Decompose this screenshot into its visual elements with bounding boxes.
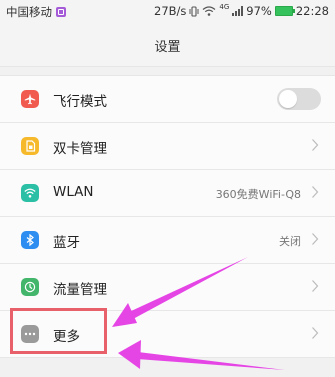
page-title: 设置 xyxy=(154,40,181,55)
settings-row-value: 关闭 xyxy=(279,235,301,248)
wifi-icon xyxy=(21,184,39,202)
settings-row-value: 360免费WiFi-Q8 xyxy=(215,188,301,201)
settings-row-label: WLAN xyxy=(53,184,94,200)
settings-row-label: 飞行模式 xyxy=(53,94,107,110)
settings-row-bluetooth[interactable]: 蓝牙 关闭 xyxy=(0,217,335,264)
chevron-right-icon xyxy=(312,186,319,198)
chevron-right-icon xyxy=(312,233,319,245)
app-header: 设置 xyxy=(0,22,335,67)
settings-row-label: 流量管理 xyxy=(53,282,107,298)
settings-row-dual-sim[interactable]: 双卡管理 xyxy=(0,123,335,170)
battery-icon xyxy=(274,6,295,16)
settings-row-data-usage[interactable]: 流量管理 xyxy=(0,264,335,311)
settings-row-label: 双卡管理 xyxy=(53,141,107,157)
bluetooth-icon xyxy=(21,231,39,249)
net-speed: 27B/s xyxy=(154,4,187,18)
data-usage-icon xyxy=(21,278,39,296)
highlight-box xyxy=(10,308,107,354)
wifi-status-icon xyxy=(203,6,216,16)
status-bar: 中国移动 27B/s 4G 97% 22:28 xyxy=(0,0,335,22)
battery-percent: 97% xyxy=(246,4,272,18)
network-type: 4G xyxy=(219,3,230,11)
settings-row-airplane-mode[interactable]: 飞行模式 xyxy=(0,76,335,123)
notification-icon xyxy=(56,7,66,17)
carrier-label: 中国移动 xyxy=(6,5,52,19)
chevron-right-icon xyxy=(312,327,319,339)
signal-icon xyxy=(232,6,244,16)
airplane-icon xyxy=(21,90,39,108)
chevron-right-icon xyxy=(312,280,319,292)
sim-card-icon xyxy=(21,137,39,155)
clock: 22:28 xyxy=(295,4,329,18)
settings-row-wlan[interactable]: WLAN 360免费WiFi-Q8 xyxy=(0,170,335,217)
settings-row-label: 蓝牙 xyxy=(53,235,80,251)
toggle-knob xyxy=(279,90,297,108)
airplane-mode-toggle[interactable] xyxy=(277,88,321,110)
chevron-right-icon xyxy=(312,139,319,151)
vibrate-icon xyxy=(189,5,199,17)
